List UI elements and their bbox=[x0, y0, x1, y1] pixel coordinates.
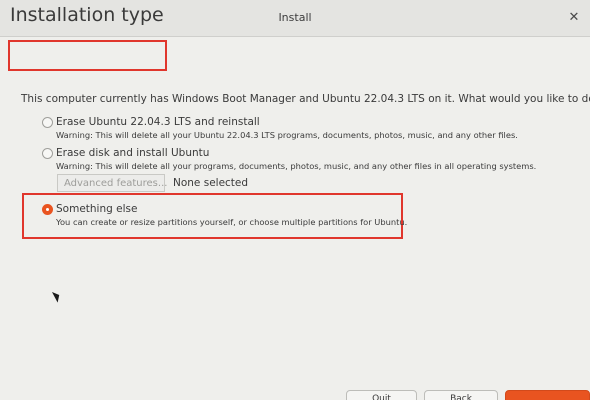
quit-button[interactable]: Quit bbox=[346, 390, 417, 400]
page-title: Installation type bbox=[10, 4, 164, 26]
option-label: Erase Ubuntu 22.04.3 LTS and reinstall bbox=[56, 116, 260, 128]
advanced-features-button[interactable]: Advanced features... bbox=[57, 174, 167, 192]
radio-erase-disk[interactable] bbox=[42, 148, 53, 159]
option-description: You can create or resize partitions your… bbox=[56, 217, 408, 227]
mouse-pointer-icon bbox=[52, 289, 63, 303]
option-highlight-box bbox=[22, 193, 403, 239]
option-label: Erase disk and install Ubuntu bbox=[56, 147, 210, 159]
option-warning: Warning: This will delete all your progr… bbox=[56, 161, 537, 171]
title-highlight-box bbox=[8, 40, 167, 71]
install-button[interactable] bbox=[505, 390, 590, 400]
option-warning: Warning: This will delete all your Ubunt… bbox=[56, 130, 518, 140]
installer-window: Install ✕ Installation type This compute… bbox=[0, 0, 590, 400]
installation-question: This computer currently has Windows Boot… bbox=[21, 93, 590, 105]
back-button[interactable]: Back bbox=[424, 390, 498, 400]
radio-something-else[interactable] bbox=[42, 204, 53, 215]
advanced-status: None selected bbox=[173, 177, 249, 189]
option-label: Something else bbox=[56, 203, 138, 215]
radio-erase-reinstall[interactable] bbox=[42, 117, 53, 128]
close-icon[interactable]: ✕ bbox=[565, 9, 583, 27]
